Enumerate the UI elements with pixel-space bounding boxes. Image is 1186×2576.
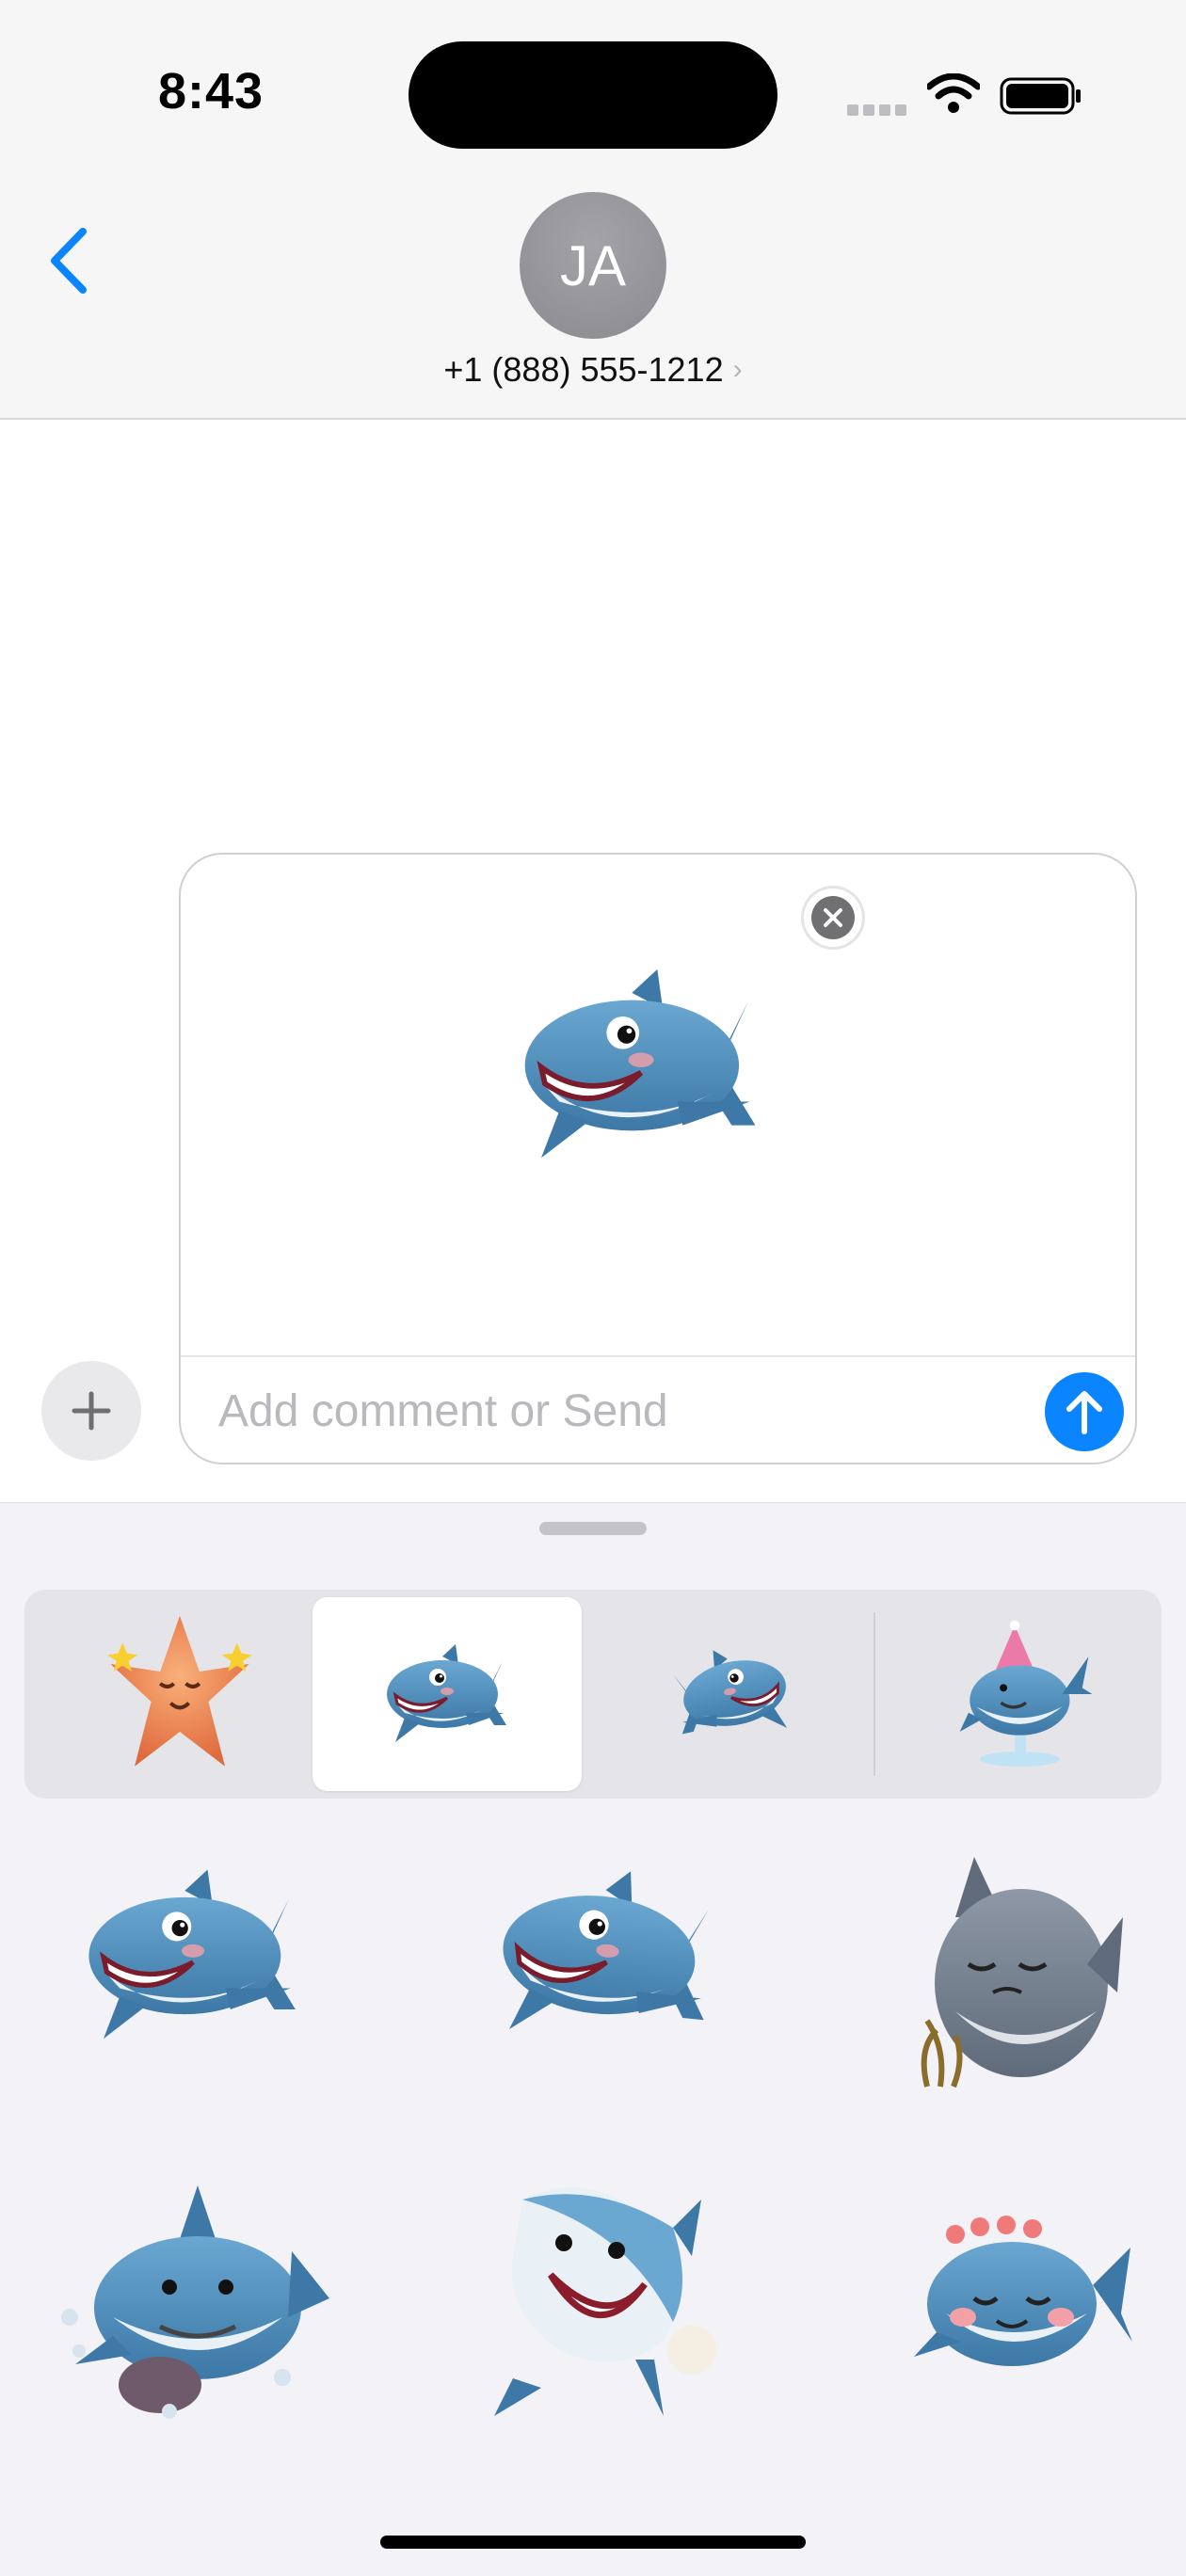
tab-separator bbox=[873, 1612, 875, 1776]
status-time: 8:43 bbox=[158, 63, 264, 120]
cellular-signal-icon bbox=[847, 104, 911, 120]
whale-sticker-icon bbox=[957, 1618, 1095, 1770]
shark-sticker-icon bbox=[475, 1849, 738, 2062]
tab-shark-pearls-sticker[interactable] bbox=[313, 1597, 582, 1791]
dynamic-island bbox=[409, 41, 777, 149]
close-icon bbox=[824, 908, 842, 927]
sticker-shark-flower-crown[interactable] bbox=[904, 2186, 1139, 2403]
shark-sticker-icon bbox=[377, 1642, 518, 1746]
chevron-right-icon: › bbox=[732, 354, 743, 385]
shark-sticker-icon bbox=[914, 2216, 1132, 2366]
sticker-shark-bubbles[interactable] bbox=[47, 2162, 339, 2435]
contact-name-button[interactable]: +1 (888) 555-1212 › bbox=[0, 350, 1186, 390]
send-button[interactable] bbox=[1045, 1372, 1124, 1451]
conversation-header: 8:43 JA +1 (888) 555-1212 › bbox=[0, 0, 1186, 420]
compose-field bbox=[179, 853, 1137, 1464]
sticker-drawer bbox=[0, 1502, 1186, 2576]
home-indicator[interactable] bbox=[380, 2536, 806, 2549]
tab-whale-sticker[interactable] bbox=[904, 1590, 1148, 1799]
tab-shark-swimming-sticker[interactable] bbox=[608, 1590, 853, 1799]
contact-avatar[interactable]: JA bbox=[520, 192, 666, 339]
shark-sticker-icon bbox=[71, 1866, 315, 2045]
shark-sticker-icon bbox=[61, 2185, 329, 2419]
shark-sticker-icon bbox=[921, 1857, 1123, 2088]
compose-divider bbox=[181, 1355, 1135, 1357]
battery-icon bbox=[1000, 77, 1081, 115]
plus-icon bbox=[72, 1391, 111, 1431]
back-button[interactable] bbox=[45, 226, 92, 296]
sticker-shark-sad-seaweed[interactable] bbox=[875, 1832, 1148, 2115]
preview-sticker-shark bbox=[505, 966, 777, 1165]
shark-sticker-icon bbox=[653, 1621, 808, 1768]
starfish-sticker-icon bbox=[104, 1611, 255, 1777]
wifi-icon bbox=[927, 73, 980, 113]
remove-sticker-button[interactable] bbox=[804, 888, 862, 947]
arrow-up-icon bbox=[1066, 1391, 1102, 1434]
sticker-shark-pearl[interactable] bbox=[471, 2162, 744, 2435]
comment-input[interactable] bbox=[218, 1378, 990, 1444]
shark-sticker-icon bbox=[494, 2187, 716, 2416]
sticker-shark-grinning[interactable] bbox=[471, 1848, 744, 2064]
add-attachment-button[interactable] bbox=[41, 1361, 141, 1461]
drawer-grabber[interactable] bbox=[539, 1522, 647, 1535]
contact-number: +1 (888) 555-1212 bbox=[443, 350, 724, 389]
sticker-tab-bar bbox=[24, 1590, 1162, 1799]
sticker-shark-pearls[interactable] bbox=[56, 1848, 329, 2064]
tab-starfish-sticker[interactable] bbox=[62, 1590, 297, 1799]
